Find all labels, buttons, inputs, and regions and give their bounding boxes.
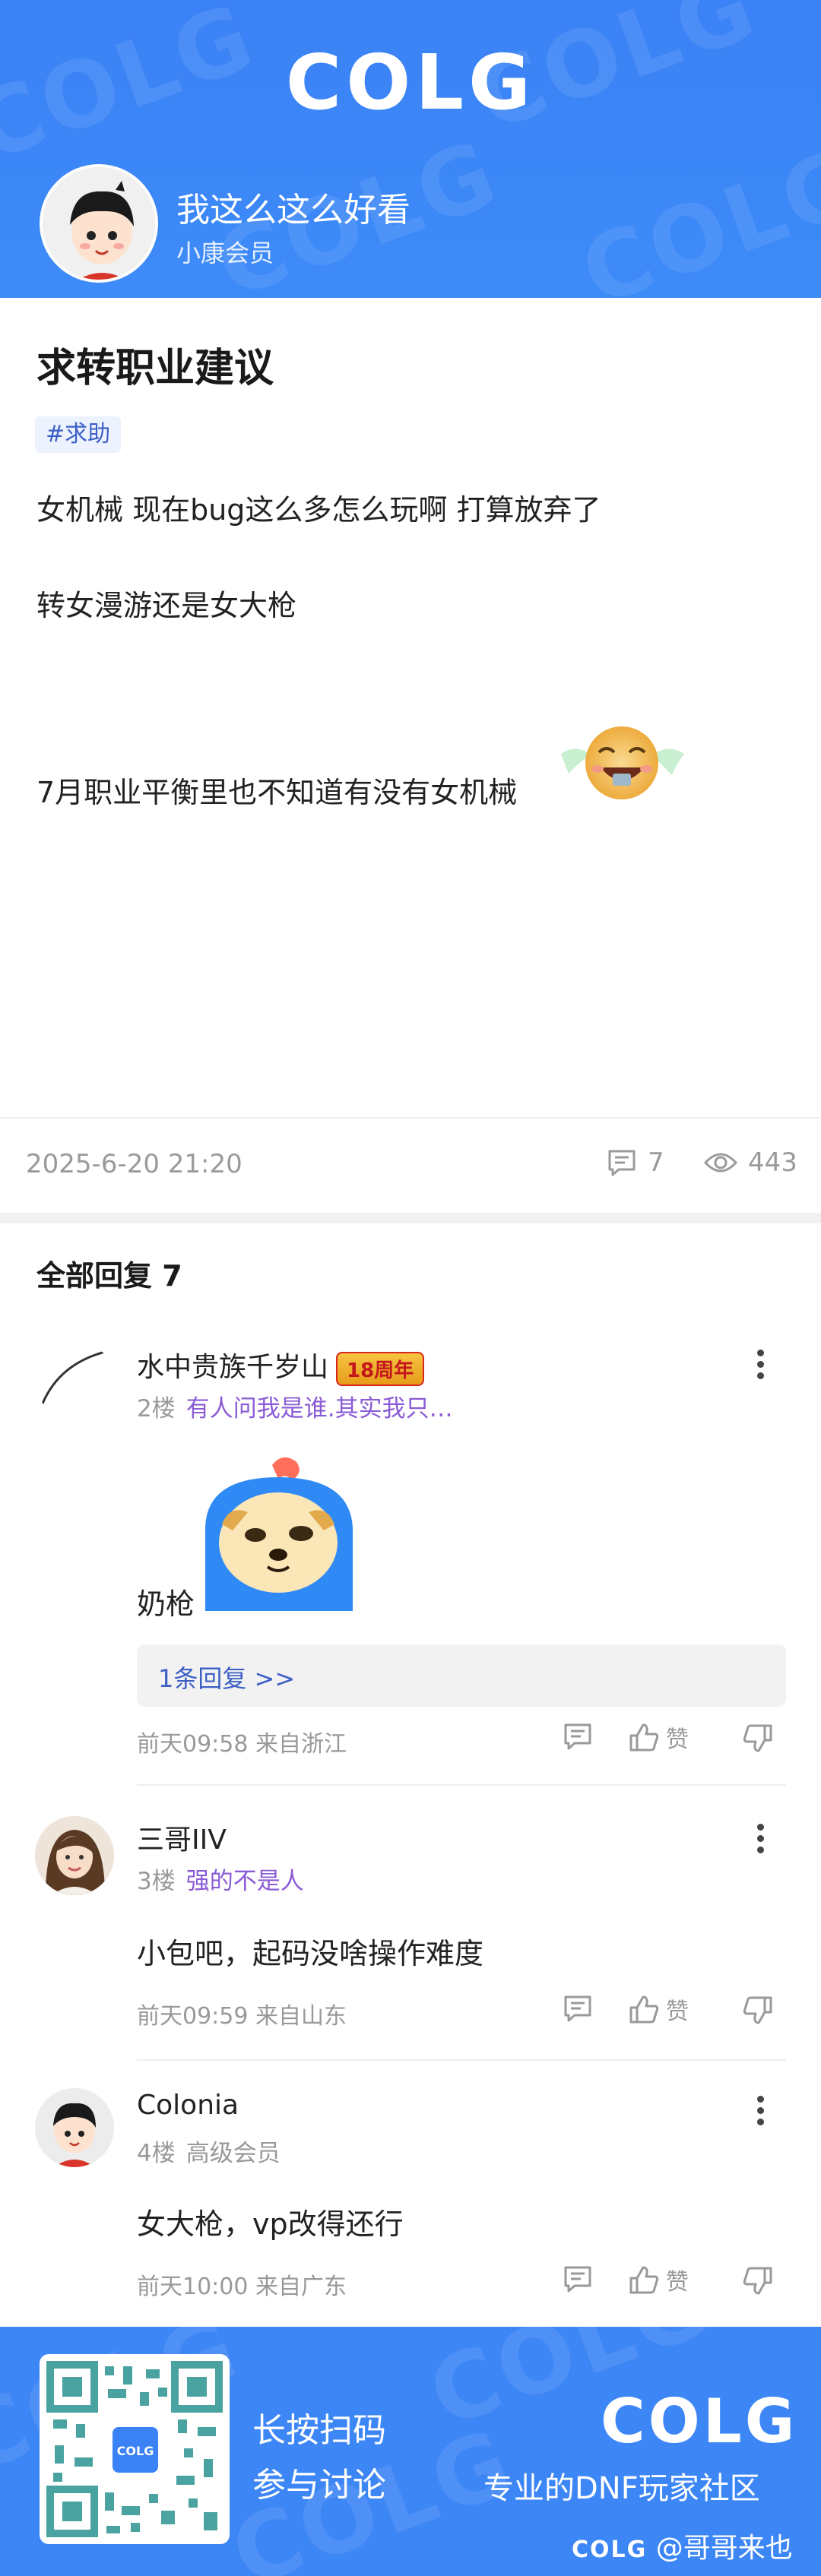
reply-content: 小包吧，起码没啥操作难度: [137, 1937, 484, 1970]
reply-avatar[interactable]: [35, 2088, 114, 2167]
thumbs-up-icon: [629, 2266, 659, 2294]
crying-laughing-emoji: [561, 726, 684, 799]
reply-avatar[interactable]: [35, 1340, 114, 1419]
reply-signature: 有人问我是谁.其实我只…: [185, 1395, 453, 1422]
sub-reply-link[interactable]: 1条回复 >>: [137, 1644, 786, 1707]
reply-username-text: 水中贵族千岁山: [137, 1352, 329, 1383]
qr-code-image: COLG: [46, 2361, 223, 2537]
footer-credit-logo: COLG: [572, 2536, 648, 2563]
more-options-icon[interactable]: [745, 2091, 775, 2137]
footer-credit-user: @哥哥来也: [655, 2533, 793, 2564]
comment-icon: [564, 2266, 591, 2293]
reply-comment-button[interactable]: [563, 1994, 593, 2023]
post-tag[interactable]: #求助: [35, 416, 122, 453]
reply-time-location: 前天09:59 来自山东: [137, 2003, 347, 2030]
dislike-button[interactable]: [742, 2266, 774, 2296]
reply-username[interactable]: 三哥IIV: [137, 1818, 227, 1857]
reply-time-location: 前天09:58 来自浙江: [137, 1731, 347, 1758]
reply-floor-line: 4楼 高级会员: [137, 2134, 281, 2168]
post-body: 求转职业建议 #求助 女机械 现在bug这么多怎么玩啊 打算放弃了 转女漫游还是…: [0, 298, 821, 1119]
reply-username[interactable]: Colonia: [137, 2090, 239, 2121]
reply-floor-line: 2楼 有人问我是谁.其实我只…: [137, 1389, 453, 1423]
footer-credit: COLG @哥哥来也: [572, 2526, 793, 2565]
like-label: 赞: [666, 1998, 689, 2025]
like-button[interactable]: 赞: [628, 1992, 689, 2026]
comment-icon: [608, 1150, 636, 1176]
thumbs-down-icon: [743, 1996, 772, 2024]
author-name[interactable]: 我这么这么好看: [176, 182, 410, 231]
reply-member-level: 高级会员: [185, 2140, 281, 2167]
reply-item: 水中贵族千岁山 18周年 2楼 有人问我是谁.其实我只… 奶枪 1条回复 >> 前天…: [0, 1322, 821, 1793]
reply-item: 三哥IIV 3楼 强的不是人 小包吧，起码没啥操作难度 前天09:59 来自山东 …: [0, 1801, 821, 2061]
post-line: 7月职业平衡里也不知道有没有女机械: [36, 776, 518, 809]
like-label: 赞: [666, 2269, 689, 2296]
post-line: 转女漫游还是女大枪: [36, 589, 297, 622]
footer-colg-logo: COLG: [601, 2386, 798, 2457]
thumbs-up-icon: [629, 1995, 659, 2024]
author-avatar[interactable]: [40, 164, 158, 283]
reply-divider: [137, 1784, 786, 1786]
scan-hint-line2: 参与讨论: [252, 2466, 386, 2505]
like-button[interactable]: 赞: [628, 1720, 689, 1754]
reply-floor: 2楼: [137, 1395, 176, 1422]
qr-logo: COLG: [117, 2444, 154, 2458]
like-label: 赞: [666, 1726, 689, 1753]
scan-hint-line1: 长按扫码: [252, 2411, 386, 2450]
comment-icon: [564, 1995, 591, 2022]
post-title: 求转职业建议: [36, 346, 274, 391]
view-count-value: 443: [748, 1147, 797, 1178]
qr-code[interactable]: COLG: [40, 2354, 230, 2544]
reply-content: 女大枪，vp改得还行: [137, 2207, 404, 2241]
eye-icon: [704, 1153, 737, 1172]
post-line: 女机械 现在bug这么多怎么玩啊 打算放弃了: [36, 493, 601, 527]
reply-username[interactable]: 水中贵族千岁山 18周年: [137, 1345, 425, 1386]
colg-logo: COLG: [285, 38, 536, 127]
reply-avatar[interactable]: [35, 1816, 114, 1895]
watermark: COLG: [568, 128, 821, 298]
more-options-icon[interactable]: [745, 1345, 775, 1391]
view-count: 443: [704, 1147, 797, 1178]
dog-sticker: [205, 1457, 353, 1611]
dislike-button[interactable]: [742, 1995, 774, 2026]
comment-count[interactable]: 7: [607, 1147, 664, 1178]
reply-comment-button[interactable]: [563, 1722, 593, 1751]
reply-comment-button[interactable]: [563, 2264, 593, 2293]
comment-icon: [564, 1723, 591, 1750]
footer-slogan: 专业的DNF玩家社区: [483, 2471, 760, 2506]
more-options-icon[interactable]: [745, 1819, 775, 1865]
share-footer: COLG COLG COLG COLG 长按扫码 参与: [0, 2327, 821, 2576]
reply-floor: 4楼: [137, 2140, 176, 2167]
like-button[interactable]: 赞: [628, 2263, 689, 2296]
reply-divider: [137, 2059, 786, 2061]
section-separator: [0, 1213, 821, 1223]
author-level: 小康会员: [176, 239, 274, 267]
post-date: 2025-6-20 21:20: [26, 1149, 242, 1179]
reply-signature: 强的不是人: [185, 1868, 304, 1895]
thumbs-down-icon: [743, 2267, 772, 2295]
post-meta-bar: 2025-6-20 21:20 7 443: [0, 1117, 821, 1213]
comment-count-value: 7: [648, 1147, 664, 1178]
reply-floor: 3楼: [137, 1868, 176, 1895]
reply-floor-line: 3楼 强的不是人: [137, 1862, 304, 1896]
replies-header: 全部回复 7: [36, 1259, 182, 1293]
anniversary-badge: 18周年: [336, 1351, 425, 1386]
thumbs-up-icon: [629, 1723, 659, 1752]
dislike-button[interactable]: [742, 1723, 774, 1754]
post-header: COLG COLG COLG COLG COLG 我这么这么好看 小康会员: [0, 0, 821, 298]
thumbs-down-icon: [743, 1724, 772, 1752]
reply-content: 奶枪: [137, 1587, 195, 1621]
reply-item: Colonia 4楼 高级会员 女大枪，vp改得还行 前天10:00 来自广东 赞: [0, 2074, 821, 2318]
sub-reply-text: 1条回复 >>: [158, 1664, 296, 1693]
reply-time-location: 前天10:00 来自广东: [137, 2274, 347, 2300]
